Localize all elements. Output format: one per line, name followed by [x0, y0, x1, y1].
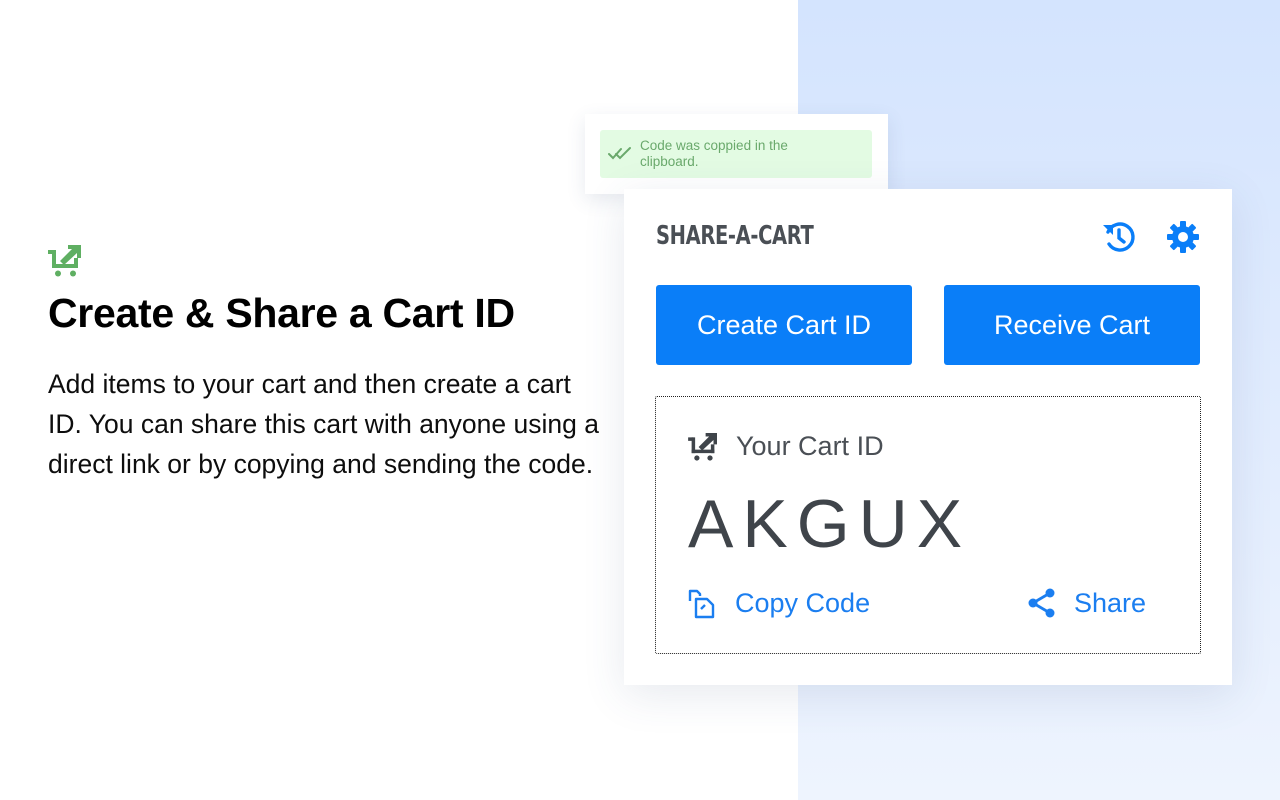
brand-logo: SHARE-A-CART	[656, 221, 814, 251]
cart-share-icon	[48, 245, 81, 277]
toast-card: Code was coppied in the clipboard.	[585, 114, 888, 194]
history-button[interactable]	[1101, 219, 1137, 255]
hero-title: Create & Share a Cart ID	[48, 290, 515, 336]
toast-notification: Code was coppied in the clipboard.	[600, 130, 872, 178]
history-icon	[1103, 222, 1135, 252]
cart-id-code: AKGUX	[688, 486, 972, 562]
share-icon	[1028, 588, 1055, 618]
cart-id-header: Your Cart ID	[688, 431, 884, 462]
cart-share-icon	[688, 432, 717, 461]
cart-id-panel: Your Cart ID AKGUX Copy Code Share	[655, 396, 1201, 654]
cart-id-label: Your Cart ID	[736, 431, 884, 461]
toast-message: Code was coppied in the clipboard.	[640, 138, 788, 169]
copy-code-label: Copy Code	[735, 587, 871, 618]
copy-code-button[interactable]: Copy Code	[687, 587, 870, 619]
settings-button[interactable]	[1165, 219, 1201, 255]
share-a-cart-popup: SHARE-A-CART Create Cart ID Receive Cart	[624, 189, 1232, 685]
receive-cart-button[interactable]: Receive Cart	[944, 285, 1200, 365]
gear-icon	[1167, 221, 1199, 253]
hero-description: Add items to your cart and then create a…	[48, 369, 599, 479]
share-button[interactable]: Share	[1026, 587, 1146, 619]
create-cart-id-button[interactable]: Create Cart ID	[656, 285, 912, 365]
double-check-icon	[608, 147, 631, 160]
share-label: Share	[1074, 587, 1147, 618]
copy-icon	[688, 589, 715, 619]
